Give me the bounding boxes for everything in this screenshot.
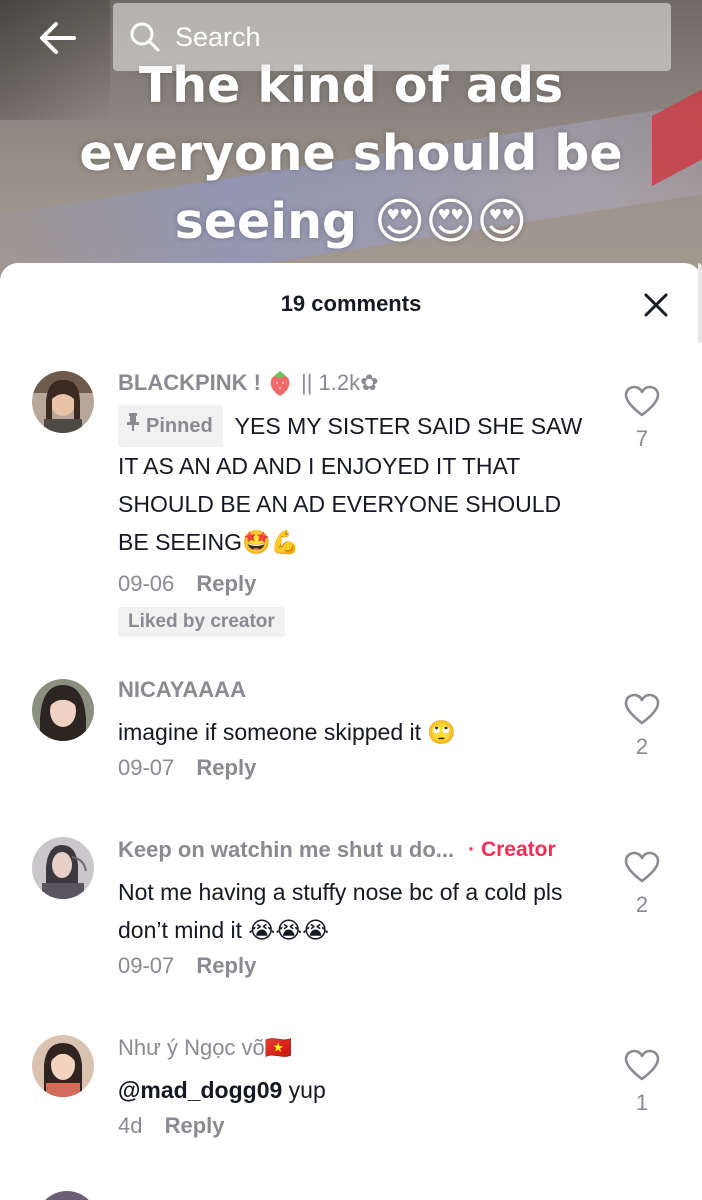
- avatar[interactable]: [32, 371, 94, 433]
- username-text[interactable]: BLACKPINK !: [118, 370, 261, 396]
- comment-date: 4d: [118, 1113, 143, 1138]
- comment-text-content: yup: [282, 1077, 326, 1103]
- username-text[interactable]: NICAYAAAA: [118, 677, 246, 703]
- avatar[interactable]: [32, 1035, 94, 1097]
- like-count: 1: [635, 1090, 649, 1115]
- username-meta: || 1.2k✿: [267, 369, 379, 397]
- avatar[interactable]: [36, 1191, 98, 1200]
- like-button[interactable]: 2: [620, 851, 664, 918]
- comment-date: 09-07: [118, 953, 175, 978]
- back-button[interactable]: [30, 10, 86, 66]
- heart-icon: [624, 385, 660, 417]
- comment-date: 09-07: [118, 755, 175, 780]
- like-button[interactable]: 2: [620, 693, 664, 760]
- comment-meta: 09-06 Reply: [118, 571, 598, 597]
- comment-username[interactable]: Như ý Ngọc võ🇻🇳: [118, 1035, 598, 1061]
- comment-text: Pinned YES MY SISTER SAID SHE SAW IT AS A…: [118, 405, 598, 561]
- like-button[interactable]: 7: [620, 385, 664, 452]
- comments-count-title: 19 comments: [280, 291, 422, 316]
- comment-username[interactable]: Keep on watchin me shut u do... · Creato…: [118, 837, 598, 863]
- like-count: 7: [635, 426, 649, 451]
- search-icon: [130, 22, 160, 52]
- heart-icon: [624, 1049, 660, 1081]
- comment-username[interactable]: NICAYAAAA: [118, 677, 598, 703]
- reply-button[interactable]: Reply: [196, 755, 256, 780]
- video-caption: The kind of ads everyone should be seein…: [79, 57, 623, 250]
- comment-username[interactable]: BLACKPINK ! || 1.2k✿: [118, 369, 598, 397]
- search-placeholder: Search: [175, 21, 261, 52]
- username-text[interactable]: Như ý Ngọc võ🇻🇳: [118, 1035, 292, 1061]
- comment-date: 09-06: [118, 571, 175, 596]
- mention-link[interactable]: @mad_dogg09: [118, 1077, 282, 1103]
- comment-text: Not me having a stuffy nose bc of a cold…: [118, 879, 563, 943]
- comment-text: @mad_dogg09 yup: [118, 1071, 598, 1109]
- pin-icon: [127, 413, 139, 431]
- pinned-tag: Pinned: [118, 405, 223, 447]
- reply-button[interactable]: Reply: [165, 1113, 225, 1138]
- comment-meta: 4d Reply: [118, 1113, 598, 1139]
- search-bar[interactable]: Search: [113, 3, 671, 71]
- username-text[interactable]: Keep on watchin me shut u do...: [118, 837, 454, 863]
- reply-button[interactable]: Reply: [196, 571, 256, 596]
- like-button[interactable]: 1: [620, 1049, 664, 1116]
- pinned-label: Pinned: [146, 415, 213, 437]
- username-suffix: || 1.2k✿: [301, 370, 379, 395]
- close-comments-button[interactable]: [636, 285, 676, 325]
- reply-button[interactable]: Reply: [196, 953, 256, 978]
- close-icon: [644, 293, 668, 317]
- strawberry-icon: [270, 371, 290, 396]
- creator-badge: · Creator: [468, 838, 556, 861]
- avatar[interactable]: [32, 837, 94, 899]
- heart-icon: [624, 851, 660, 883]
- heart-icon: [624, 693, 660, 725]
- liked-by-creator-badge: Liked by creator: [118, 607, 285, 637]
- like-count: 2: [635, 892, 649, 917]
- like-count: 2: [635, 734, 649, 759]
- avatar[interactable]: [32, 679, 94, 741]
- comment-text: imagine if someone skipped it 🙄: [118, 719, 457, 745]
- comment-meta: 09-07 Reply: [118, 953, 598, 979]
- arrow-left-icon: [40, 22, 76, 54]
- comments-sheet: 19 comments BLACKPINK ! || 1.2k✿ Pinned …: [0, 263, 702, 1200]
- comment-meta: 09-07 Reply: [118, 755, 598, 781]
